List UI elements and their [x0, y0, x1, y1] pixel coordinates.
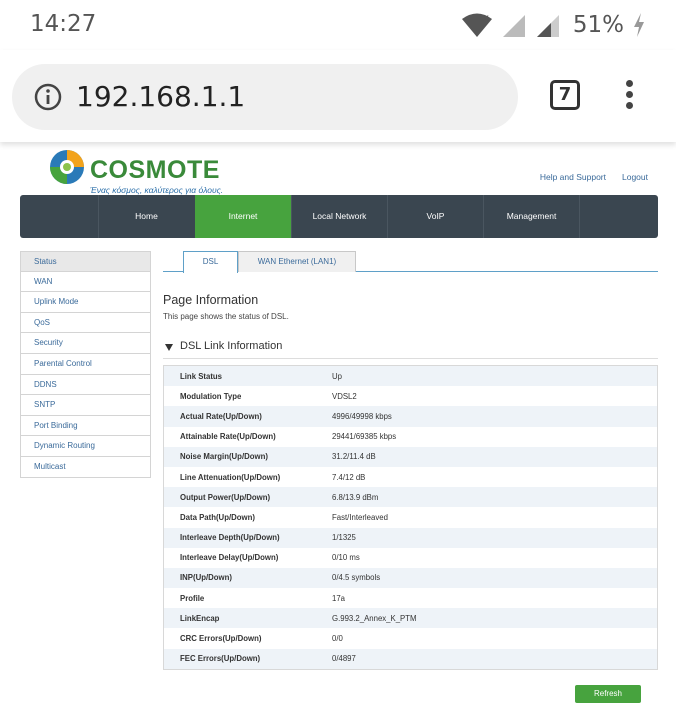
sidebar-item-wan[interactable]: WAN: [20, 271, 151, 293]
row-label: Noise Margin(Up/Down): [180, 452, 268, 462]
row-value: Fast/Interleaved: [332, 512, 388, 522]
table-row: LinkEncap G.993.2_Annex_K_PTM: [164, 608, 657, 629]
main-nav: Home Internet Local Network VoIP Managem…: [20, 195, 658, 238]
nav-local-network[interactable]: Local Network: [291, 195, 387, 238]
sidebar-item-port-binding[interactable]: Port Binding: [20, 415, 151, 437]
row-label: Output Power(Up/Down): [180, 492, 271, 502]
row-label: CRC Errors(Up/Down): [180, 634, 262, 644]
row-label: Attainable Rate(Up/Down): [180, 432, 276, 442]
url-text[interactable]: 192.168.1.1: [76, 80, 245, 113]
sidebar-item-dynamic-routing[interactable]: Dynamic Routing: [20, 436, 151, 457]
sidebar-item-security[interactable]: Security: [20, 333, 151, 354]
table-row: Data Path(Up/Down) Fast/Interleaved: [164, 507, 657, 528]
table-row: Output Power(Up/Down) 6.8/13.9 dBm: [164, 487, 657, 508]
table-row: Modulation Type VDSL2: [164, 386, 657, 407]
row-value: 0/4.5 symbols: [332, 573, 381, 583]
row-value: 31.2/11.4 dB: [332, 452, 376, 462]
signal-no-sim-icon: [502, 15, 525, 37]
row-label: FEC Errors(Up/Down): [180, 654, 261, 664]
nav-spacer: [579, 195, 658, 238]
row-value: 0/4897: [332, 654, 356, 664]
svg-text:x: x: [483, 13, 489, 24]
row-value: G.993.2_Annex_K_PTM: [332, 613, 417, 623]
row-label: Modulation Type: [180, 391, 242, 401]
nav-management[interactable]: Management: [483, 195, 579, 238]
row-value: 4996/49998 kbps: [332, 411, 392, 421]
row-label: Interleave Delay(Up/Down): [180, 553, 279, 563]
cosmote-logo-icon: [50, 150, 84, 184]
table-row: Profile 17a: [164, 588, 657, 609]
sidebar: Status WAN Uplink Mode QoS Security Pare…: [20, 251, 151, 478]
collapse-arrow-icon[interactable]: [165, 344, 173, 351]
row-label: Actual Rate(Up/Down): [180, 411, 262, 421]
brand-name: COSMOTE: [90, 156, 220, 184]
info-icon[interactable]: [34, 83, 62, 111]
sidebar-item-qos[interactable]: QoS: [20, 312, 151, 334]
row-label: Profile: [180, 593, 205, 603]
row-label: Line Attenuation(Up/Down): [180, 472, 281, 482]
top-links: Help and Support Logout: [540, 172, 648, 182]
browser-toolbar: 192.168.1.1 7: [0, 50, 676, 142]
row-value: 17a: [332, 593, 346, 603]
table-row: Interleave Delay(Up/Down) 0/10 ms: [164, 547, 657, 568]
section-header[interactable]: DSL Link Information: [163, 339, 658, 359]
router-page: COSMOTE Ένας κόσμος, καλύτερος για όλους…: [0, 142, 676, 720]
sidebar-item-ddns[interactable]: DDNS: [20, 374, 151, 396]
browser-menu-icon[interactable]: [622, 80, 636, 112]
row-value: 29441/69385 kbps: [332, 432, 397, 442]
help-link[interactable]: Help and Support: [540, 172, 606, 182]
status-bar: 14:27 x 51%: [0, 0, 676, 50]
table-row: Noise Margin(Up/Down) 31.2/11.4 dB: [164, 446, 657, 467]
table-row: FEC Errors(Up/Down) 0/4897: [164, 648, 657, 669]
wifi-icon: x: [461, 13, 492, 37]
row-label: Data Path(Up/Down): [180, 512, 255, 522]
table-row: Attainable Rate(Up/Down) 29441/69385 kbps: [164, 426, 657, 447]
row-value: VDSL2: [332, 391, 357, 401]
row-value: 0/0: [332, 634, 343, 644]
row-value: Up: [332, 371, 342, 381]
row-value: 6.8/13.9 dBm: [332, 492, 379, 502]
table-row: Line Attenuation(Up/Down) 7.4/12 dB: [164, 466, 657, 488]
row-value: 0/10 ms: [332, 553, 360, 563]
table-row: Interleave Depth(Up/Down) 1/1325: [164, 527, 657, 548]
row-value: 7.4/12 dB: [332, 472, 366, 482]
row-label: INP(Up/Down): [180, 573, 232, 583]
row-label: Link Status: [180, 371, 223, 381]
refresh-button[interactable]: Refresh: [575, 685, 641, 703]
section-title: DSL Link Information: [180, 340, 283, 352]
sidebar-item-parental-control[interactable]: Parental Control: [20, 353, 151, 375]
table-row: Actual Rate(Up/Down) 4996/49998 kbps: [164, 406, 657, 427]
main-content: DSL WAN Ethernet (LAN1) Page Information…: [163, 251, 658, 670]
brand-tagline: Ένας κόσμος, καλύτερος για όλους.: [90, 185, 224, 195]
row-label: LinkEncap: [180, 613, 220, 623]
battery-level: 51%: [572, 12, 624, 38]
table-row: CRC Errors(Up/Down) 0/0: [164, 628, 657, 649]
sidebar-item-multicast[interactable]: Multicast: [20, 456, 151, 478]
page-description: This page shows the status of DSL.: [163, 312, 289, 321]
tab-wan-ethernet[interactable]: WAN Ethernet (LAN1): [238, 251, 356, 272]
nav-internet[interactable]: Internet: [195, 195, 291, 238]
tab-bar: DSL WAN Ethernet (LAN1): [163, 251, 658, 273]
table-row: INP(Up/Down) 0/4.5 symbols: [164, 567, 657, 589]
table-row: Link Status Up: [164, 366, 657, 387]
sidebar-item-sntp[interactable]: SNTP: [20, 395, 151, 416]
page-title: Page Information: [163, 293, 259, 307]
charging-bolt-icon: [634, 13, 644, 37]
row-label: Interleave Depth(Up/Down): [180, 533, 280, 543]
sidebar-item-uplink-mode[interactable]: Uplink Mode: [20, 292, 151, 313]
address-bar[interactable]: 192.168.1.1: [12, 64, 518, 130]
status-icons: x 51%: [461, 9, 646, 41]
cosmote-logo: COSMOTE Ένας κόσμος, καλύτερος για όλους…: [48, 148, 223, 195]
signal-icon: [536, 15, 559, 37]
dsl-info-table: Link Status Up Modulation Type VDSL2 Actua…: [163, 365, 658, 670]
row-value: 1/1325: [332, 533, 356, 543]
nav-voip[interactable]: VoIP: [387, 195, 483, 238]
tab-dsl[interactable]: DSL: [183, 251, 238, 273]
status-time: 14:27: [30, 11, 97, 37]
sidebar-item-status[interactable]: Status: [20, 251, 151, 272]
nav-home[interactable]: Home: [98, 195, 194, 238]
tab-switcher-button[interactable]: 7: [550, 80, 580, 110]
logout-link[interactable]: Logout: [622, 172, 648, 182]
